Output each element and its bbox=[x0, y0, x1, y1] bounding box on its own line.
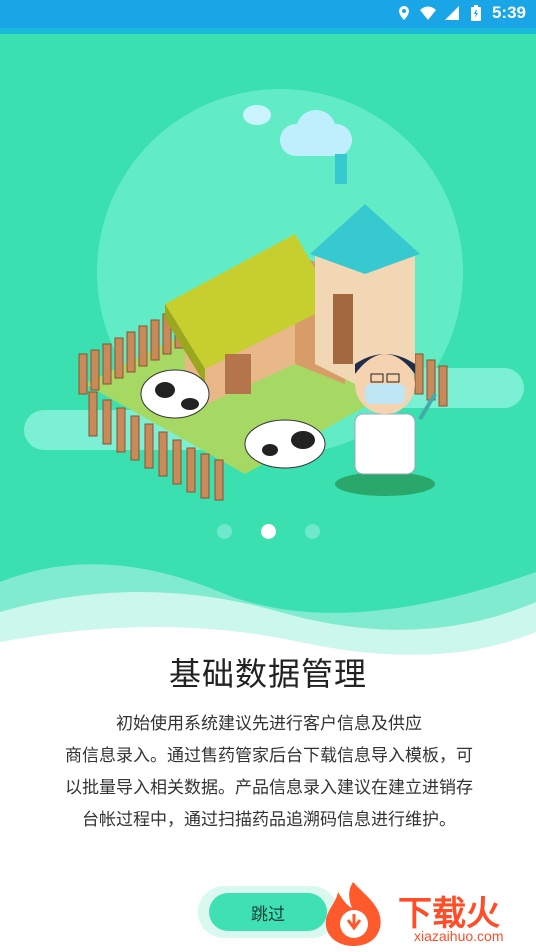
page-title: 基础数据管理 bbox=[168, 655, 367, 693]
description-line: 商信息录入。通过售药管家后台下载信息导入模板，可 bbox=[65, 746, 473, 766]
description-line: 以批量导入相关数据。产品信息录入建议在建立进销存 bbox=[65, 778, 473, 798]
description: 初始使用系统建议先进行客户信息及供应 商信息录入。通过售药管家后台下载信息导入模… bbox=[56, 708, 482, 836]
status-time: 5:39 bbox=[491, 3, 526, 22]
skip-button-wrap: 跳过 bbox=[198, 886, 338, 938]
flame-logo-icon bbox=[325, 882, 381, 946]
farm-illustration bbox=[78, 154, 448, 501]
watermark-logo: 下载火 xiazaihuo.com bbox=[318, 880, 532, 948]
battery-icon bbox=[470, 5, 481, 21]
description-line: 台帐过程中，通过扫描药品追溯码信息进行维护。 bbox=[82, 810, 456, 830]
wifi-icon bbox=[419, 6, 436, 20]
description-line: 初始使用系统建议先进行客户信息及供应 bbox=[116, 714, 422, 734]
signal-icon bbox=[444, 6, 459, 20]
page-dot-active[interactable] bbox=[260, 524, 276, 539]
status-bar: 5:39 bbox=[0, 0, 536, 28]
cloud-large bbox=[280, 110, 352, 156]
skip-button[interactable]: 跳过 bbox=[209, 893, 327, 931]
location-icon bbox=[398, 6, 409, 20]
page-dot[interactable] bbox=[216, 524, 232, 539]
watermark-url: xiazaihuo.com bbox=[414, 928, 504, 944]
onboarding-content: 基础数据管理 初始使用系统建议先进行客户信息及供应 商信息录入。通过售药管家后台… bbox=[0, 640, 536, 830]
page-indicator bbox=[0, 524, 536, 539]
page-dot[interactable] bbox=[304, 524, 320, 539]
cloud-small bbox=[243, 105, 271, 125]
